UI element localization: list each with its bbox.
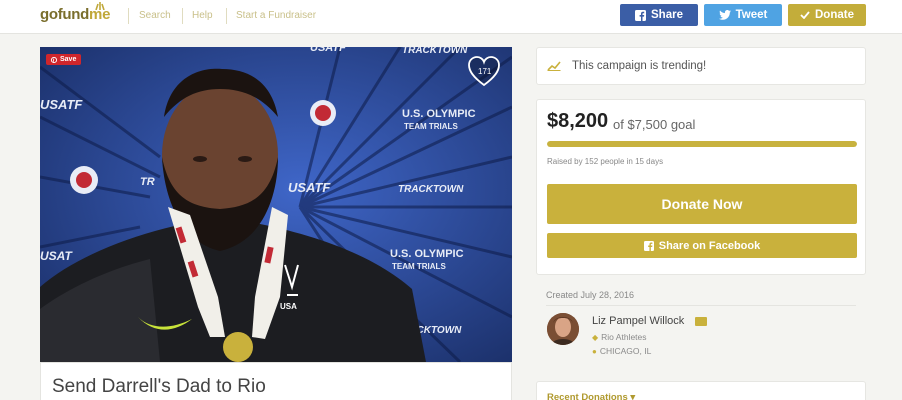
organizer-avatar[interactable] [547, 313, 579, 345]
campaign-video[interactable]: USATF TRACKTOWN USATF U.S. OLYMPIC TEAM … [40, 47, 512, 362]
svg-text:USAT: USAT [40, 249, 73, 263]
top-bar: gofundme Search Help Start a Fundraiser … [0, 0, 902, 34]
nav-help[interactable]: Help [192, 10, 213, 21]
campaign-title-card: Send Darrell's Dad to Rio [40, 362, 512, 400]
share-on-facebook-label: Share on Facebook [658, 239, 761, 252]
share-on-facebook-button[interactable]: Share on Facebook [547, 233, 857, 258]
tag-icon: ◆ [592, 333, 599, 342]
trending-banner: This campaign is trending! [536, 47, 866, 85]
header-donate-button[interactable]: Donate [788, 4, 866, 26]
organizer-category[interactable]: ◆ Rio Athletes [592, 332, 647, 342]
gofundme-logo[interactable]: gofundme [40, 2, 110, 23]
divider [546, 305, 856, 306]
svg-text:TEAM TRIALS: TEAM TRIALS [404, 122, 458, 131]
svg-text:TRACKTOWN: TRACKTOWN [398, 184, 464, 195]
tweet-button[interactable]: Tweet [704, 4, 782, 26]
nav-start-fundraiser[interactable]: Start a Fundraiser [236, 10, 316, 21]
logo-text-fund: fund [57, 6, 90, 23]
goal-amount-text: of $7,500 goal [613, 117, 696, 132]
svg-text:USA: USA [280, 302, 297, 311]
nav-separator [128, 8, 129, 24]
svg-text:TRACKTOWN: TRACKTOWN [402, 47, 468, 56]
svg-text:USATF: USATF [288, 180, 331, 195]
twitter-icon [718, 10, 731, 20]
checkmark-icon [800, 11, 810, 19]
svg-text:TR: TR [140, 176, 155, 188]
nav-search[interactable]: Search [139, 10, 171, 21]
facebook-share-button[interactable]: Share [620, 4, 698, 26]
donation-summary-card: $8,200 of $7,500 goal Raised by 152 peop… [536, 99, 866, 275]
donate-now-button[interactable]: Donate Now [547, 184, 857, 224]
goal-progress-bar [547, 141, 857, 147]
logo-sprout-icon [95, 2, 105, 10]
organizer-location-text: CHICAGO, IL [599, 346, 652, 356]
organizer-name[interactable]: Liz Pampel Willock [592, 315, 684, 327]
goal-progress-fill [547, 141, 857, 147]
svg-text:TEAM TRIALS: TEAM TRIALS [392, 262, 446, 271]
facebook-share-label: Share [651, 9, 683, 21]
recent-donations-card: Recent Donations ▾ [536, 381, 866, 400]
recent-donations-label: Recent Donations [547, 392, 628, 400]
campaign-video-frame: USATF TRACKTOWN USATF U.S. OLYMPIC TEAM … [40, 47, 512, 362]
nav-separator [182, 8, 183, 24]
location-pin-icon: ● [592, 347, 597, 356]
organizer-location: ● CHICAGO, IL [592, 346, 651, 356]
pinterest-save-button[interactable]: Save [46, 54, 82, 65]
header-donate-label: Donate [815, 9, 854, 21]
svg-text:USATF: USATF [310, 47, 346, 54]
facebook-icon [643, 240, 654, 251]
heart-count: 171 [478, 67, 492, 76]
organizer-photo [547, 313, 579, 345]
raised-by-text: Raised by 152 people in 15 days [547, 157, 664, 166]
pinterest-icon [51, 56, 57, 63]
organizer-category-text: Rio Athletes [601, 332, 647, 342]
save-label: Save [60, 56, 77, 63]
chevron-down-icon: ▾ [630, 392, 636, 400]
recent-donations-toggle[interactable]: Recent Donations ▾ [547, 392, 635, 400]
campaign-title: Send Darrell's Dad to Rio [52, 376, 266, 397]
nav-separator [226, 8, 227, 24]
svg-text:U.S. OLYMPIC: U.S. OLYMPIC [402, 108, 476, 120]
tweet-label: Tweet [735, 9, 768, 21]
svg-text:USATF: USATF [40, 97, 83, 112]
svg-text:U.S. OLYMPIC: U.S. OLYMPIC [390, 248, 464, 260]
raised-amount: $8,200 [547, 110, 609, 132]
facebook-icon [635, 9, 647, 21]
logo-text-go: go [40, 6, 58, 23]
created-date: Created July 28, 2016 [546, 290, 635, 300]
envelope-icon[interactable] [695, 317, 707, 326]
trending-text: This campaign is trending! [572, 60, 707, 72]
trending-chart-icon [547, 61, 561, 71]
